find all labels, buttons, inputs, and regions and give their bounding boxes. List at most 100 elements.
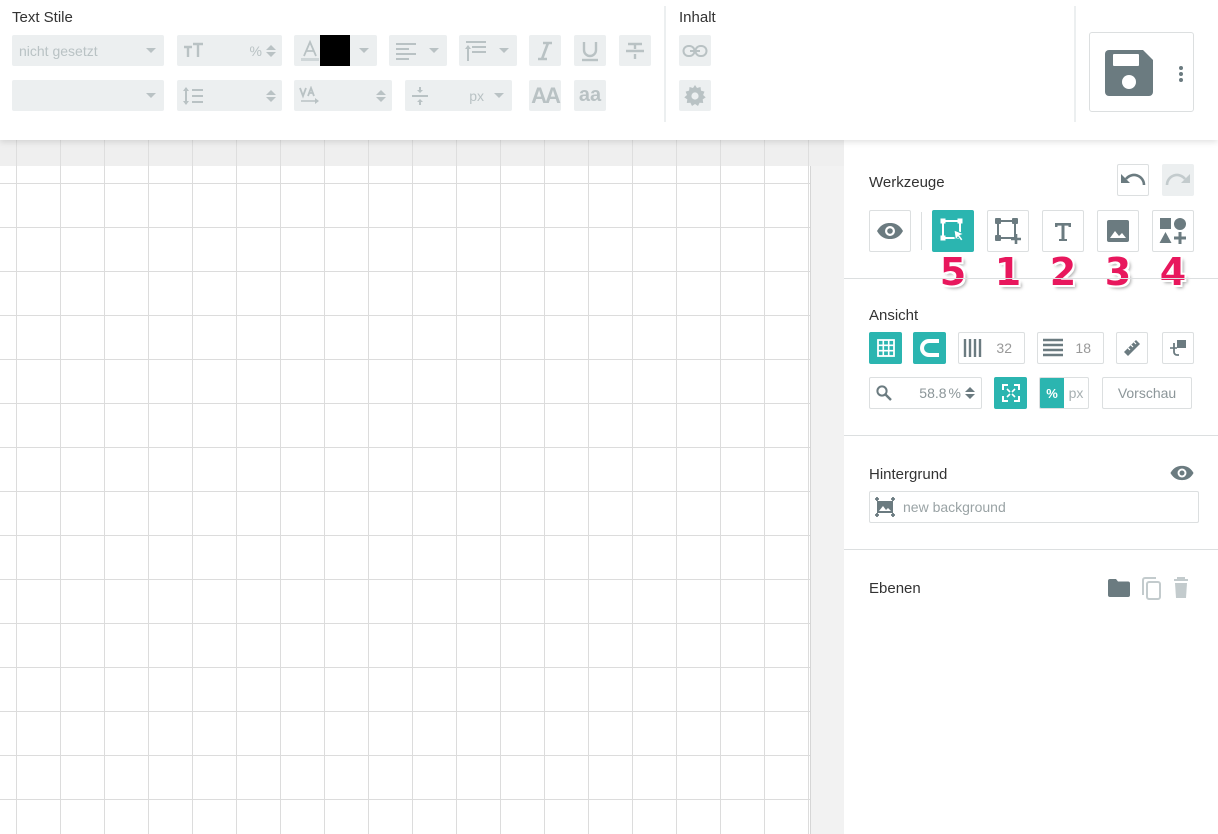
underline-icon xyxy=(581,40,599,62)
columns-value: 32 xyxy=(996,340,1012,356)
save-icon[interactable] xyxy=(1105,50,1153,96)
canvas-margin xyxy=(810,166,844,834)
folder-icon[interactable] xyxy=(1108,579,1130,597)
columns-field[interactable]: 32 xyxy=(958,332,1025,364)
chevron-down-icon xyxy=(494,93,504,98)
gear-icon xyxy=(683,84,707,108)
top-toolbar: Text Stile Inhalt nicht gesetzt % px AA … xyxy=(0,0,1218,140)
frame-tool-button[interactable] xyxy=(987,210,1029,252)
paragraph-spacing-unit: px xyxy=(469,87,484,104)
font-size-stepper[interactable]: % xyxy=(177,35,282,66)
rows-field[interactable]: 18 xyxy=(1037,332,1104,364)
underline-button[interactable] xyxy=(574,35,606,66)
text-style-title: Text Stile xyxy=(12,9,73,26)
letter-spacing-stepper[interactable] xyxy=(294,80,392,111)
zoom-value: 58.8 xyxy=(919,385,947,401)
font-family-value: nicht gesetzt xyxy=(19,42,98,59)
save-panel xyxy=(1089,32,1194,112)
text-color-icon xyxy=(300,39,320,62)
image-icon xyxy=(1107,220,1129,242)
background-image-icon xyxy=(875,497,895,517)
letter-spacing-icon xyxy=(299,85,321,106)
font-weight-select[interactable] xyxy=(12,80,164,111)
background-title: Hintergrund xyxy=(869,466,948,483)
canvas-grid[interactable] xyxy=(0,166,810,834)
line-height-stepper[interactable] xyxy=(177,80,282,111)
image-tool-button[interactable] xyxy=(1097,210,1139,252)
annotation-4: 4 xyxy=(1159,250,1187,294)
chevron-down-icon xyxy=(146,93,156,98)
paragraph-spacing-icon xyxy=(410,86,430,106)
italic-icon xyxy=(537,41,553,61)
lowercase-button[interactable]: aa xyxy=(574,80,606,111)
link-icon xyxy=(682,44,708,58)
vertical-align-top-icon xyxy=(464,39,488,63)
select-tool-button[interactable] xyxy=(932,210,974,252)
italic-button[interactable] xyxy=(529,35,561,66)
unit-percent-option[interactable]: % xyxy=(1040,378,1064,408)
panel-divider xyxy=(844,278,1218,279)
undo-button[interactable] xyxy=(1117,164,1149,196)
stepper-arrows-icon xyxy=(266,44,276,57)
background-input[interactable] xyxy=(869,491,1199,523)
guides-toggle-button[interactable] xyxy=(1162,332,1194,364)
copy-icon[interactable] xyxy=(1140,577,1162,601)
grid-icon xyxy=(876,339,895,357)
undo-icon xyxy=(1120,172,1146,188)
uppercase-button[interactable]: AA xyxy=(529,80,561,111)
annotation-2: 2 xyxy=(1049,250,1077,294)
eye-icon[interactable] xyxy=(1169,465,1195,481)
grid-toggle-button[interactable] xyxy=(869,332,902,364)
tools-title: Werkzeuge xyxy=(869,174,945,191)
text-tool-button[interactable] xyxy=(1042,210,1084,252)
stepper-arrows-icon xyxy=(376,89,386,102)
paragraph-spacing-select[interactable]: px xyxy=(405,80,512,111)
annotation-3: 3 xyxy=(1104,250,1132,294)
chevron-down-icon xyxy=(146,48,156,53)
select-cursor-icon xyxy=(940,218,966,244)
right-panel: Werkzeuge 5 1 2 3 4 Ansicht 32 18 58.8 %… xyxy=(844,140,1218,834)
canvas-ruler xyxy=(0,140,844,166)
chevron-down-icon xyxy=(429,48,439,53)
view-title: Ansicht xyxy=(869,307,919,324)
text-color-picker[interactable] xyxy=(294,35,377,66)
guides-icon xyxy=(1169,339,1187,357)
lowercase-label: aa xyxy=(578,84,602,106)
rows-icon xyxy=(1042,338,1064,358)
more-vertical-icon[interactable] xyxy=(1178,66,1184,82)
fit-to-screen-button[interactable] xyxy=(994,377,1027,409)
text-align-select[interactable] xyxy=(389,35,447,66)
content-title: Inhalt xyxy=(679,9,716,26)
shapes-tool-button[interactable] xyxy=(1152,210,1194,252)
ruler-toggle-button[interactable] xyxy=(1116,332,1148,364)
editor-canvas[interactable] xyxy=(0,140,844,834)
snap-toggle-button[interactable] xyxy=(913,332,946,364)
trash-icon[interactable] xyxy=(1173,577,1189,599)
font-family-select[interactable]: nicht gesetzt xyxy=(12,35,164,66)
link-button[interactable] xyxy=(679,35,711,66)
font-size-icon xyxy=(183,42,205,60)
zoom-field[interactable]: 58.8 % xyxy=(869,377,982,409)
vertical-align-select[interactable] xyxy=(459,35,517,66)
line-height-icon xyxy=(181,86,205,106)
layers-title: Ebenen xyxy=(869,580,921,597)
settings-button[interactable] xyxy=(679,80,711,111)
unit-px-option[interactable]: px xyxy=(1064,385,1088,401)
eye-icon xyxy=(876,222,904,240)
annotation-1: 1 xyxy=(994,250,1022,294)
strikethrough-button[interactable] xyxy=(619,35,651,66)
background-input-text[interactable] xyxy=(903,499,1198,515)
toolbar-divider xyxy=(1074,6,1076,122)
uppercase-label: AA xyxy=(531,82,561,108)
toolbar-divider xyxy=(664,6,666,122)
preview-button[interactable]: Vorschau xyxy=(1102,377,1192,409)
frame-add-icon xyxy=(994,217,1022,245)
redo-button[interactable] xyxy=(1162,164,1194,196)
chevron-down-icon xyxy=(499,48,509,53)
font-size-unit: % xyxy=(249,42,262,59)
fit-screen-icon xyxy=(1001,384,1020,402)
columns-icon xyxy=(963,338,985,358)
stepper-arrows-icon[interactable] xyxy=(965,387,975,399)
unit-toggle[interactable]: % px xyxy=(1039,377,1089,409)
visibility-toggle-button[interactable] xyxy=(869,210,911,252)
